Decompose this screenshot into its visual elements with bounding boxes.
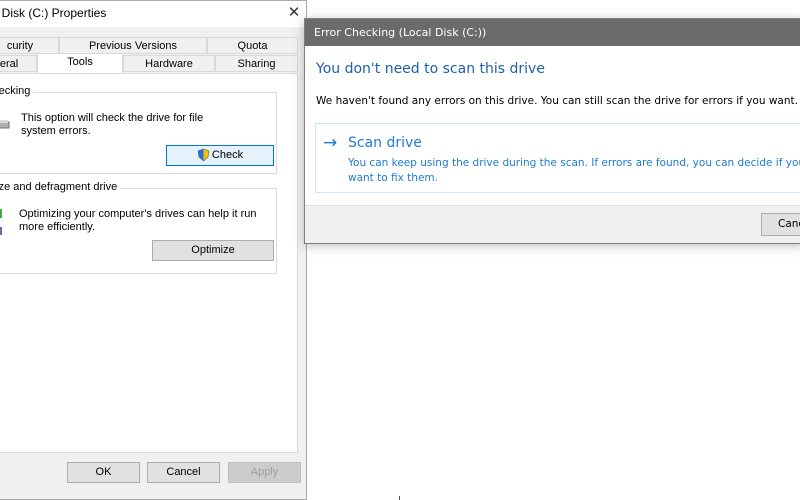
apply-button[interactable]: Apply (228, 462, 301, 483)
error-checking-description-line2: system errors. (21, 125, 91, 137)
scan-drive-description-line2: want to fix them. (348, 172, 438, 184)
optimize-group: mize and defragment drive Optimizing you… (0, 181, 277, 274)
optimize-description-line1: Optimizing your computer's drives can he… (19, 208, 257, 220)
check-button[interactable]: Check (166, 145, 274, 166)
scan-drive-description-line1: You can keep using the drive during the … (348, 157, 800, 169)
optimize-group-title: mize and defragment drive (0, 181, 121, 193)
tools-tab-panel: checking This option will check the driv… (0, 73, 298, 453)
dialog-message: We haven't found any errors on this driv… (316, 95, 798, 107)
error-checking-description-line1: This option will check the drive for fil… (21, 112, 204, 124)
tab-previous-versions[interactable]: Previous Versions (59, 37, 207, 54)
optimize-description-line2: more efficiently. (19, 221, 96, 233)
uac-shield-icon (197, 148, 210, 162)
cancel-button[interactable]: Cancel (147, 462, 220, 483)
close-icon[interactable]: ✕ (285, 4, 303, 22)
scan-drive-command-link[interactable]: → Scan drive You can keep using the driv… (315, 123, 800, 193)
tab-tools[interactable]: Tools (37, 53, 123, 73)
error-checking-group-title: checking (0, 85, 34, 97)
taskbar-edge-mark (399, 496, 400, 500)
drive-icon (0, 120, 10, 129)
arrow-right-icon: → (323, 133, 338, 153)
dialog-title-bar: Error Checking (Local Disk (C:)) (305, 19, 800, 46)
properties-window-title: al Disk (C:) Properties (0, 6, 107, 20)
dialog-footer: Cance (305, 205, 800, 243)
dialog-cancel-button[interactable]: Cance (761, 213, 800, 236)
dialog-heading: You don't need to scan this drive (316, 61, 545, 77)
properties-title-bar: al Disk (C:) Properties ✕ (0, 1, 306, 27)
scan-drive-title: Scan drive (348, 135, 422, 151)
ok-button[interactable]: OK (67, 462, 140, 483)
error-checking-dialog: Error Checking (Local Disk (C:)) You don… (304, 18, 800, 244)
properties-window: al Disk (C:) Properties ✕ curity Previou… (0, 0, 307, 500)
scan-drive-description: You can keep using the drive during the … (348, 156, 800, 186)
tab-general[interactable]: eral (0, 55, 37, 72)
tab-hardware[interactable]: Hardware (123, 55, 215, 72)
tab-quota[interactable]: Quota (207, 37, 298, 54)
tab-security[interactable]: curity (0, 37, 59, 54)
optimize-button[interactable]: Optimize (152, 240, 274, 261)
defrag-icon (0, 209, 2, 235)
check-button-label: Check (211, 149, 244, 161)
error-checking-group: checking This option will check the driv… (0, 85, 277, 174)
tab-sharing[interactable]: Sharing (215, 55, 298, 72)
